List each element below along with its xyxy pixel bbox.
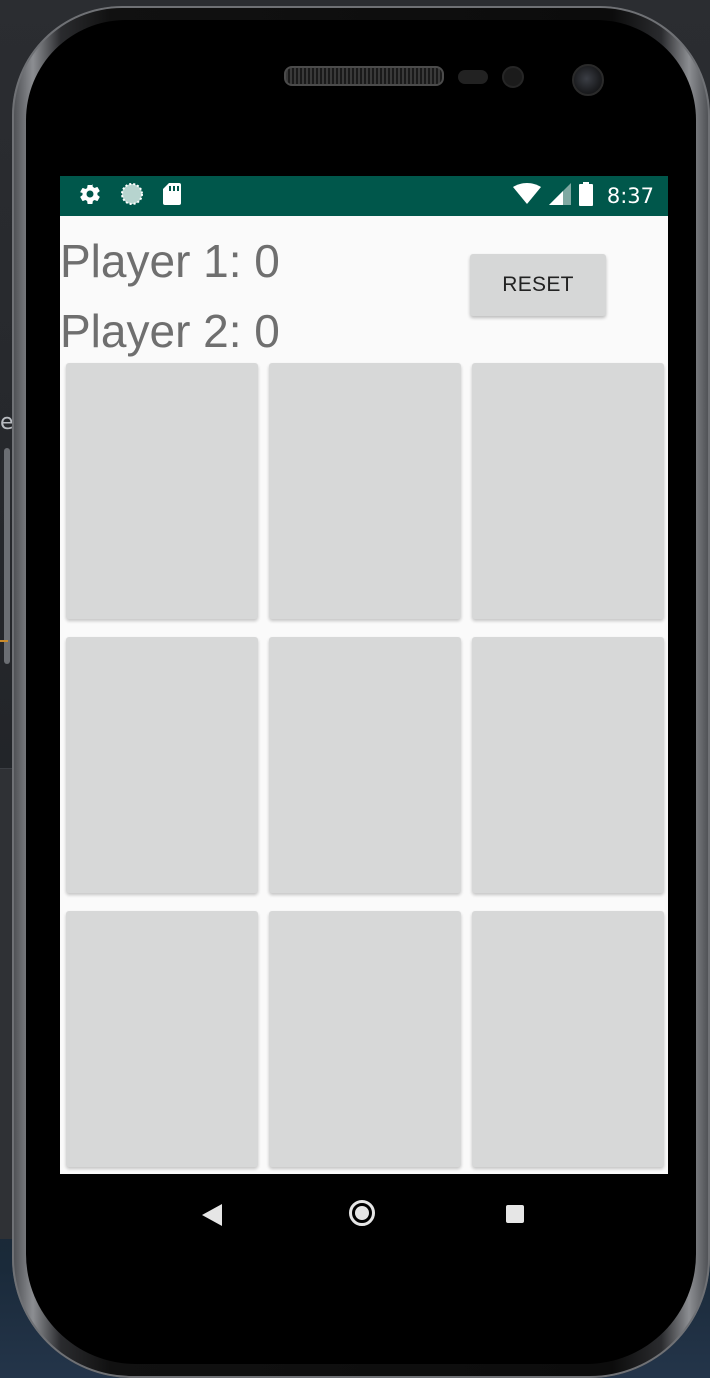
background-accent-mark: [0, 640, 8, 642]
scoreboard: Player 1: 0 Player 2: 0: [60, 226, 280, 366]
earpiece-speaker: [284, 66, 444, 86]
reset-button[interactable]: RESET: [470, 254, 606, 316]
status-right-icons: 8:37: [512, 181, 654, 211]
status-bar: 8:37: [60, 176, 668, 216]
recents-icon[interactable]: [506, 1205, 524, 1223]
board-cell-1-1[interactable]: [269, 637, 461, 893]
sd-card-icon: [162, 182, 182, 211]
board-cell-2-0[interactable]: [66, 911, 258, 1167]
sync-icon: [120, 182, 144, 211]
wifi-icon: [512, 182, 541, 210]
settings-icon: [78, 182, 102, 211]
status-left-icons: [78, 182, 182, 211]
home-icon[interactable]: [349, 1200, 375, 1226]
status-time: 8:37: [606, 184, 654, 208]
board-cell-0-0[interactable]: [66, 363, 258, 619]
background-scrollbar: [4, 448, 10, 664]
board-cell-0-2[interactable]: [472, 363, 664, 619]
device-screen: 8:37 Player 1: 0 Player 2: 0 RESET: [60, 176, 668, 1174]
back-icon[interactable]: [202, 1204, 222, 1231]
cell-signal-icon: [548, 182, 571, 210]
battery-icon: [578, 181, 593, 211]
player1-score: Player 1: 0: [60, 235, 280, 287]
proximity-sensor: [458, 70, 488, 84]
board-cell-1-2[interactable]: [472, 637, 664, 893]
light-sensor: [502, 66, 524, 88]
board-cell-1-0[interactable]: [66, 637, 258, 893]
player2-score: Player 2: 0: [60, 305, 280, 357]
board-cell-0-1[interactable]: [269, 363, 461, 619]
navigation-bar: [60, 1174, 668, 1258]
board-cell-2-2[interactable]: [472, 911, 664, 1167]
board-cell-2-1[interactable]: [269, 911, 461, 1167]
home-icon-dot: [355, 1206, 369, 1220]
front-camera: [572, 64, 604, 96]
